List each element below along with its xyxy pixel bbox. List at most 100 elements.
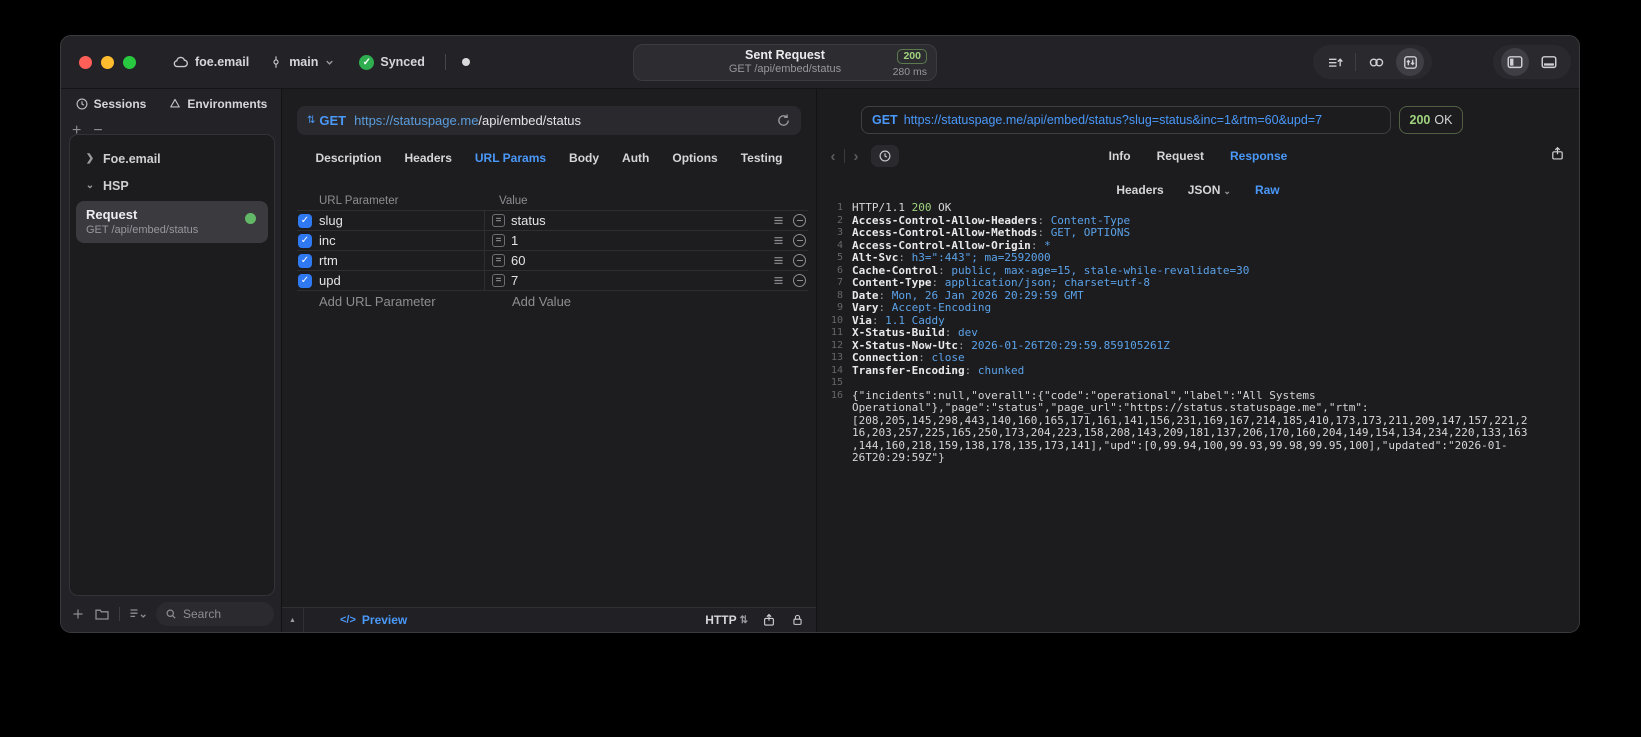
toggle-bottom-panel-button[interactable]	[1535, 48, 1563, 76]
request-url-bar[interactable]: ⇅ GET https://statuspage.me/api/embed/st…	[297, 106, 801, 135]
row-drag-handle-icon[interactable]	[772, 254, 785, 267]
response-tabs: Info Request Response	[817, 149, 1579, 163]
method-selector-arrows-icon: ⇅	[307, 115, 315, 126]
equals-icon: =	[492, 234, 505, 247]
request-list-item-selected[interactable]: Request GET /api/embed/status	[76, 201, 268, 243]
param-enabled-checkbox[interactable]: ✓	[298, 233, 312, 248]
search-input[interactable]	[183, 607, 265, 621]
request-tabs: Description Headers URL Params Body Auth…	[282, 151, 816, 165]
line-number: 11	[830, 327, 843, 338]
tab-headers[interactable]: Headers	[405, 151, 452, 165]
protocol-selector[interactable]: HTTP ⇅	[705, 613, 748, 627]
column-value: Value	[499, 195, 528, 207]
row-remove-icon[interactable]	[793, 234, 806, 247]
synced-check-icon: ✓	[359, 54, 375, 70]
subtab-headers[interactable]: Headers	[1116, 183, 1163, 197]
request-url-host: https://statuspage.me	[354, 113, 479, 128]
subtab-json[interactable]: JSON ⌄	[1188, 183, 1231, 197]
chevron-down-icon: ⌄	[85, 180, 95, 191]
response-url-box: GET https://statuspage.me/api/embed/stat…	[861, 106, 1391, 134]
preview-button[interactable]: </> Preview	[340, 613, 407, 627]
branch-icon	[269, 55, 283, 69]
tab-info[interactable]: Info	[1109, 149, 1131, 163]
tab-options[interactable]: Options	[672, 151, 717, 165]
response-status-code: 200	[1409, 113, 1431, 127]
request-method[interactable]: GET	[319, 113, 346, 128]
param-value-field[interactable]: 7	[511, 273, 772, 288]
subtab-raw[interactable]: Raw	[1255, 183, 1280, 197]
param-name-field[interactable]: slug	[319, 211, 485, 230]
line-number: 4	[836, 239, 843, 251]
param-row: ✓ upd = 7	[297, 271, 808, 291]
tree-item-foe-email[interactable]: ❯ Foe.email	[70, 145, 274, 172]
tab-body[interactable]: Body	[569, 151, 599, 165]
row-remove-icon[interactable]	[793, 254, 806, 267]
tab-testing[interactable]: Testing	[741, 151, 783, 165]
line-number: 7	[836, 277, 843, 288]
content-area: Sessions Environments + − ❯ Foe.email ⌄ …	[61, 88, 1579, 632]
line-number: 1	[836, 202, 843, 213]
param-value-field[interactable]: 60	[511, 253, 772, 268]
row-remove-icon[interactable]	[793, 214, 806, 227]
share-button[interactable]	[1550, 146, 1565, 161]
refresh-icon[interactable]	[776, 113, 791, 128]
lock-icon[interactable]	[791, 613, 804, 627]
tab-url-params[interactable]: URL Params	[475, 151, 546, 165]
tab-response[interactable]: Response	[1230, 149, 1287, 163]
add-request-button[interactable]	[71, 607, 85, 621]
clock-icon	[75, 97, 89, 111]
sent-request-subtitle: GET /api/embed/status	[728, 63, 842, 75]
tab-auth[interactable]: Auth	[622, 151, 649, 165]
params-table-header: URL Parameter Value	[297, 192, 808, 211]
sent-request-title: Sent Request	[745, 48, 825, 62]
import-list-button[interactable]	[1321, 48, 1349, 76]
zoom-window-button[interactable]	[123, 55, 136, 69]
expand-panel-button[interactable]: ▲	[282, 608, 304, 632]
sessions-tree-panel: ❯ Foe.email ⌄ HSP Request GET /api/embed…	[69, 134, 275, 596]
sidebar-search[interactable]	[156, 602, 274, 626]
search-icon	[165, 608, 177, 620]
row-remove-icon[interactable]	[793, 274, 806, 287]
response-time: 280 ms	[892, 66, 927, 78]
param-name-field[interactable]: inc	[319, 231, 485, 250]
new-folder-button[interactable]	[94, 606, 110, 622]
toggle-left-panel-button[interactable]	[1501, 48, 1529, 76]
link-loop-button[interactable]	[1362, 48, 1390, 76]
row-drag-handle-icon[interactable]	[772, 214, 785, 227]
param-enabled-checkbox[interactable]: ✓	[298, 213, 312, 228]
param-name-field[interactable]: upd	[319, 271, 485, 290]
tab-description[interactable]: Description	[316, 151, 382, 165]
export-icon[interactable]	[762, 613, 776, 627]
chevron-down-icon: ⌄	[1223, 186, 1231, 196]
close-window-button[interactable]	[79, 55, 92, 69]
response-method: GET	[872, 113, 898, 127]
tab-environments[interactable]: Environments	[168, 97, 267, 111]
sync-status[interactable]: ✓ Synced	[359, 54, 425, 70]
sent-request-pill[interactable]: Sent Request GET /api/embed/status 200 2…	[633, 44, 937, 81]
tab-sessions[interactable]: Sessions	[75, 97, 146, 111]
row-drag-handle-icon[interactable]	[772, 274, 785, 287]
add-param-row[interactable]: Add URL Parameter Add Value	[297, 291, 808, 311]
tree-item-hsp[interactable]: ⌄ HSP	[70, 172, 274, 199]
footer-divider	[119, 607, 120, 621]
line-number: 5	[836, 252, 843, 263]
list-up-arrow-icon	[1327, 54, 1344, 71]
minimize-window-button[interactable]	[101, 55, 114, 69]
param-value-field[interactable]: status	[511, 213, 772, 228]
sidebar-tabs: Sessions Environments	[61, 97, 281, 111]
sort-options-button[interactable]	[129, 607, 147, 621]
param-name-field[interactable]: rtm	[319, 251, 485, 270]
sync-requests-button[interactable]	[1396, 48, 1424, 76]
tab-request[interactable]: Request	[1157, 149, 1204, 163]
add-param-name-placeholder[interactable]: Add URL Parameter	[319, 294, 486, 309]
code-line: 14 Transfer-Encoding: chunked	[817, 364, 1575, 378]
row-drag-handle-icon[interactable]	[772, 234, 785, 247]
line-number: 8	[836, 289, 843, 301]
param-enabled-checkbox[interactable]: ✓	[298, 273, 312, 288]
branch-selector[interactable]: main	[269, 55, 335, 69]
param-value-field[interactable]: 1	[511, 233, 772, 248]
param-enabled-checkbox[interactable]: ✓	[298, 253, 312, 268]
project-menu[interactable]: foe.email	[172, 54, 249, 71]
line-number: 16	[830, 389, 843, 401]
add-param-value-placeholder[interactable]: Add Value	[512, 294, 571, 309]
